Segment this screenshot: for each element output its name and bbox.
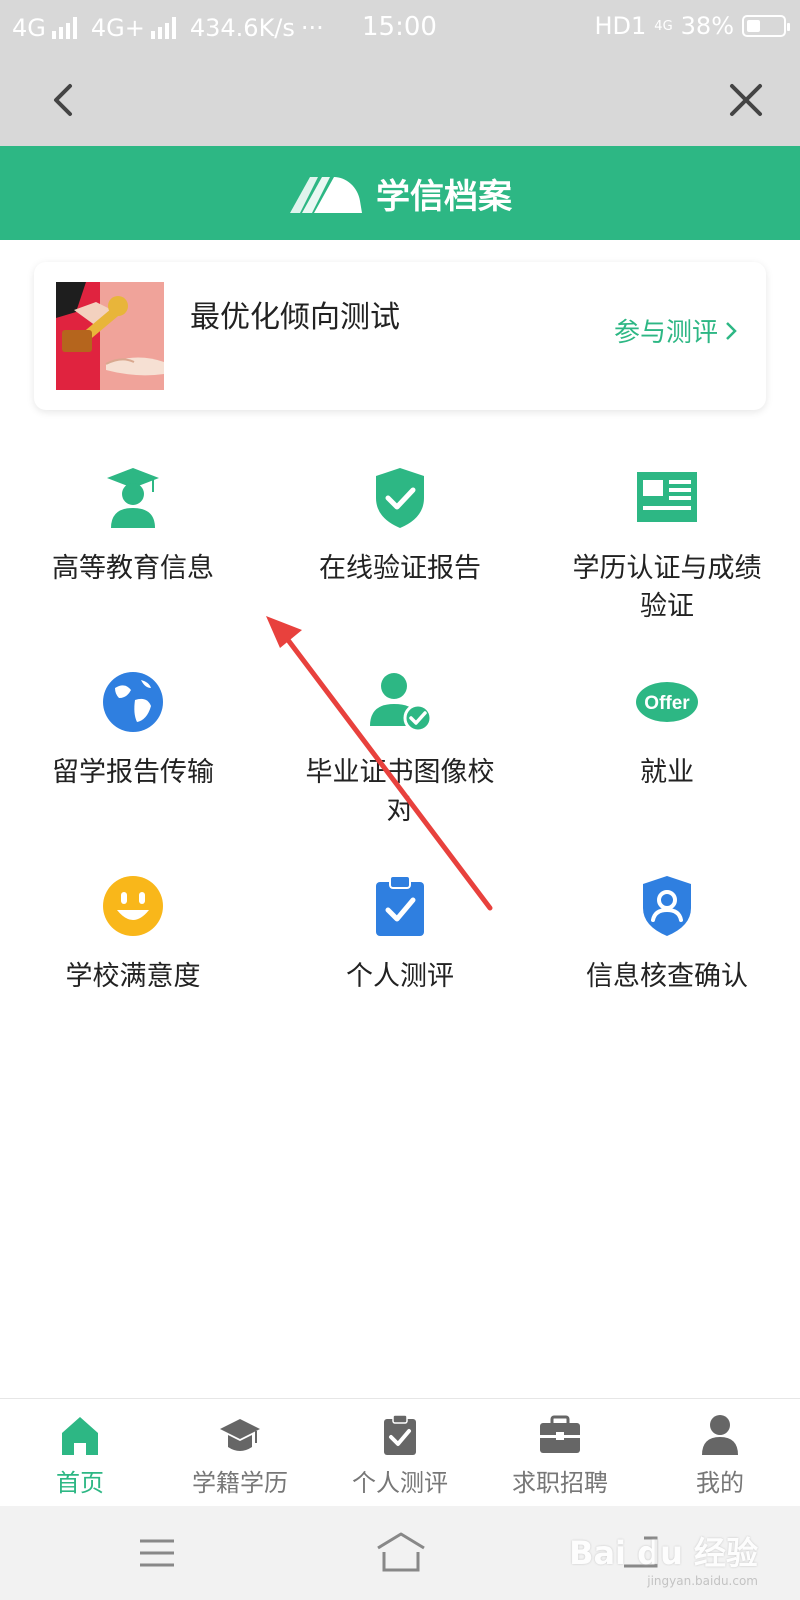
status-time: 15:00 bbox=[362, 12, 437, 42]
svg-text:Offer: Offer bbox=[644, 693, 690, 714]
watermark-sub: jingyan.baidu.com bbox=[647, 1574, 758, 1588]
network-type-1: 4G bbox=[12, 14, 46, 42]
tab-personal-assessment[interactable]: 个人测评 bbox=[320, 1399, 480, 1507]
graduate-icon bbox=[107, 468, 159, 528]
logo-icon bbox=[290, 177, 362, 213]
tab-mine[interactable]: 我的 bbox=[640, 1399, 800, 1507]
promo-image bbox=[56, 282, 164, 390]
grid-item-label: 在线验证报告 bbox=[319, 553, 481, 584]
participate-button[interactable]: 参与测评 bbox=[614, 312, 738, 349]
signal-icon bbox=[150, 17, 176, 39]
id-card-icon bbox=[637, 472, 697, 522]
network-badge: 4G bbox=[654, 18, 673, 34]
tab-label: 个人测评 bbox=[352, 1469, 448, 1497]
bottom-tab-bar: 首页 学籍学历 个人测评 求职招聘 我的 bbox=[0, 1398, 800, 1507]
grid-item-degree-certification[interactable]: 学历认证与成绩验证 bbox=[534, 466, 800, 626]
back-arrow-icon[interactable] bbox=[44, 80, 84, 120]
grid-item-study-abroad-report[interactable]: 留学报告传输 bbox=[0, 670, 266, 792]
grid-item-label: 毕业证书图像校对 bbox=[305, 757, 495, 826]
grid-item-school-satisfaction[interactable]: 学校满意度 bbox=[0, 874, 266, 996]
watermark-text: Bai du 经验 bbox=[569, 1534, 758, 1572]
offer-icon: Offer bbox=[636, 682, 698, 722]
grid-item-label: 学校满意度 bbox=[65, 961, 201, 992]
grid-item-certificate-image-check[interactable]: 毕业证书图像校对 bbox=[267, 670, 533, 830]
menu-icon[interactable] bbox=[138, 1538, 176, 1568]
system-navigation-bar: Bai du 经验 jingyan.baidu.com bbox=[0, 1506, 800, 1600]
battery-percent: 38% bbox=[680, 12, 734, 40]
hd-indicator: HD1 bbox=[594, 12, 647, 40]
shield-check-icon bbox=[376, 468, 424, 528]
grid-item-label: 信息核查确认 bbox=[586, 961, 748, 992]
clipboard-check-icon bbox=[376, 875, 424, 936]
close-icon[interactable] bbox=[722, 76, 770, 124]
tab-label: 我的 bbox=[696, 1469, 744, 1497]
promo-title: 最优化倾向测试 bbox=[190, 300, 400, 335]
more-indicator: ··· bbox=[300, 14, 324, 42]
battery-icon bbox=[742, 15, 790, 37]
shield-user-icon bbox=[643, 876, 691, 936]
globe-icon bbox=[103, 672, 163, 732]
chevron-right-icon bbox=[726, 321, 737, 340]
grid-item-label: 留学报告传输 bbox=[52, 757, 214, 788]
brand-title: 学信档案 bbox=[376, 176, 512, 217]
briefcase-icon bbox=[540, 1415, 580, 1453]
clipboard-icon bbox=[384, 1414, 416, 1455]
tab-label: 首页 bbox=[56, 1469, 104, 1497]
tab-job-search[interactable]: 求职招聘 bbox=[480, 1399, 640, 1507]
grid-item-info-verification[interactable]: 信息核查确认 bbox=[534, 874, 800, 996]
network-speed: 434.6K/s bbox=[189, 14, 295, 42]
promo-card[interactable]: 最优化倾向测试 参与测评 bbox=[34, 262, 766, 410]
tab-education-records[interactable]: 学籍学历 bbox=[160, 1399, 320, 1507]
network-type-2: 4G+ bbox=[90, 14, 145, 42]
home-button-icon[interactable] bbox=[374, 1530, 428, 1574]
participate-label: 参与测评 bbox=[613, 318, 718, 348]
grid-item-label: 学历认证与成绩验证 bbox=[572, 553, 762, 622]
smiley-icon bbox=[103, 876, 163, 936]
grid-item-label: 就业 bbox=[640, 757, 694, 788]
graduation-cap-icon bbox=[220, 1419, 260, 1451]
tab-label: 求职招聘 bbox=[512, 1469, 608, 1497]
status-bar: 4G 4G+ 434.6K/s ··· 15:00 HD1 4G 38% bbox=[0, 0, 800, 56]
grid-item-employment[interactable]: Offer 就业 bbox=[534, 670, 800, 792]
user-check-icon bbox=[370, 673, 432, 733]
grid-item-label: 个人测评 bbox=[346, 961, 454, 992]
tab-label: 学籍学历 bbox=[192, 1469, 288, 1497]
grid-item-label: 高等教育信息 bbox=[52, 553, 214, 584]
signal-icon bbox=[51, 17, 77, 39]
navigation-bar bbox=[0, 56, 800, 146]
home-icon bbox=[62, 1417, 98, 1455]
brand-header: 学信档案 bbox=[0, 146, 800, 240]
grid-item-online-verification[interactable]: 在线验证报告 bbox=[267, 466, 533, 588]
person-icon bbox=[702, 1415, 738, 1455]
watermark: Bai du 经验 jingyan.baidu.com bbox=[569, 1528, 758, 1588]
tab-home[interactable]: 首页 bbox=[0, 1399, 160, 1507]
grid-item-higher-education[interactable]: 高等教育信息 bbox=[0, 466, 266, 588]
grid-item-personal-assessment[interactable]: 个人测评 bbox=[267, 874, 533, 996]
